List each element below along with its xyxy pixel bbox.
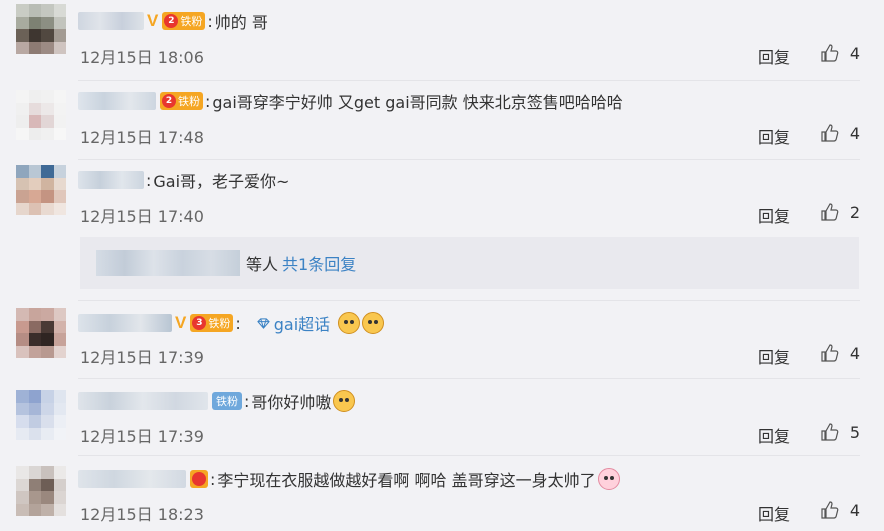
- sub-reply-summary[interactable]: 等人 共1条回复: [80, 237, 859, 289]
- verified-badge: V: [147, 11, 159, 30]
- bunny-emoji-icon: [597, 468, 620, 490]
- fan-badge[interactable]: 铁粉: [212, 392, 242, 410]
- doge-emoji-icon: [333, 390, 356, 412]
- reply-button[interactable]: 回复: [758, 124, 790, 148]
- like-button[interactable]: 4: [820, 43, 860, 63]
- thumbs-up-icon: [821, 423, 839, 441]
- avatar[interactable]: [16, 4, 66, 54]
- divider: [78, 300, 860, 301]
- colon: :: [207, 11, 213, 31]
- replier-names: [96, 250, 240, 276]
- comment-text: Gai哥，老子爱你~: [153, 172, 290, 191]
- fan-badge[interactable]: 3 铁粉: [190, 314, 234, 332]
- fan-badge[interactable]: [190, 470, 208, 488]
- comment-text: 哥你好帅嗷: [251, 393, 332, 412]
- timestamp: 12月15日 18:06: [80, 48, 204, 67]
- avatar[interactable]: [16, 165, 66, 215]
- comment-text: 李宁现在衣服越做越好看啊 啊哈 盖哥穿这一身太帅了: [217, 471, 596, 490]
- like-button[interactable]: 4: [820, 500, 860, 520]
- like-button[interactable]: 4: [820, 123, 860, 143]
- super-topic-link[interactable]: gai超话: [256, 311, 331, 335]
- colon: :: [235, 313, 241, 333]
- username[interactable]: [78, 92, 156, 110]
- thumbs-up-icon: [821, 44, 839, 62]
- timestamp: 12月15日 18:23: [80, 505, 204, 524]
- avatar[interactable]: [16, 308, 66, 358]
- comment-line: : Gai哥，老子爱你~: [78, 167, 289, 193]
- like-count: 5: [849, 422, 860, 442]
- doge-emoji-icon: [362, 312, 385, 334]
- view-replies-link[interactable]: 共1条回复: [282, 251, 356, 275]
- topic-label: gai超话: [273, 315, 331, 334]
- comment-line: 2 铁粉 : gai哥穿李宁好帅 又get gai哥同款 快来北京签售吧哈哈哈: [78, 88, 623, 114]
- fan-badge-label: 铁粉: [208, 317, 231, 330]
- like-count: 4: [849, 43, 860, 63]
- fan-badge[interactable]: 2 铁粉: [160, 92, 203, 110]
- username[interactable]: [78, 171, 144, 189]
- thumbs-up-icon: [821, 344, 839, 362]
- like-button[interactable]: 5: [820, 422, 860, 442]
- colon: :: [146, 170, 152, 190]
- thumbs-up-icon: [821, 501, 839, 519]
- verified-badge: V: [175, 313, 187, 332]
- fan-badge-label: 铁粉: [180, 15, 203, 28]
- reply-button[interactable]: 回复: [758, 501, 790, 525]
- fan-badge[interactable]: 2 铁粉: [162, 12, 206, 30]
- comment-text: 帅的 哥: [214, 13, 268, 32]
- reply-button[interactable]: 回复: [758, 203, 790, 227]
- colon: :: [210, 469, 216, 489]
- avatar[interactable]: [16, 90, 66, 140]
- fan-badge-label: 铁粉: [216, 395, 238, 408]
- timestamp: 12月15日 17:39: [80, 348, 204, 367]
- timestamp: 12月15日 17:48: [80, 128, 204, 147]
- comment-text: gai哥穿李宁好帅 又get gai哥同款 快来北京签售吧哈哈哈: [212, 93, 623, 112]
- reply-button[interactable]: 回复: [758, 44, 790, 68]
- like-button[interactable]: 4: [820, 343, 860, 363]
- like-count: 4: [849, 343, 860, 363]
- like-count: 4: [849, 123, 860, 143]
- timestamp: 12月15日 17:40: [80, 207, 204, 226]
- like-count: 2: [849, 202, 860, 222]
- fan-level: 2: [162, 94, 176, 108]
- comment-line: : 李宁现在衣服越做越好看啊 啊哈 盖哥穿这一身太帅了: [78, 466, 620, 492]
- fan-level: 3: [192, 316, 207, 330]
- divider: [78, 455, 860, 456]
- reply-button[interactable]: 回复: [758, 344, 790, 368]
- fan-level-icon: [192, 472, 206, 486]
- timestamp: 12月15日 17:39: [80, 427, 204, 446]
- comment-line: V 2 铁粉 : 帅的 哥: [78, 8, 268, 34]
- avatar[interactable]: [16, 466, 66, 516]
- divider: [78, 159, 860, 160]
- colon: :: [205, 91, 211, 111]
- thumbs-up-icon: [821, 124, 839, 142]
- diamond-icon: [256, 317, 270, 329]
- username[interactable]: [78, 470, 186, 488]
- comment-line: 铁粉 : 哥你好帅嗷: [78, 388, 356, 414]
- comment-line: V 3 铁粉 : gai超话: [78, 310, 385, 336]
- divider: [78, 378, 860, 379]
- like-button[interactable]: 2: [820, 202, 860, 222]
- like-count: 4: [849, 500, 860, 520]
- reply-button[interactable]: 回复: [758, 423, 790, 447]
- colon: :: [244, 391, 250, 411]
- username[interactable]: [78, 392, 208, 410]
- sub-reply-suffix: 等人: [246, 255, 279, 274]
- thumbs-up-icon: [821, 203, 839, 221]
- fan-badge-label: 铁粉: [178, 95, 200, 108]
- doge-emoji-icon: [338, 312, 361, 334]
- fan-level: 2: [164, 14, 179, 28]
- username[interactable]: [78, 12, 144, 30]
- divider: [78, 80, 860, 81]
- avatar[interactable]: [16, 390, 66, 440]
- username[interactable]: [78, 314, 172, 332]
